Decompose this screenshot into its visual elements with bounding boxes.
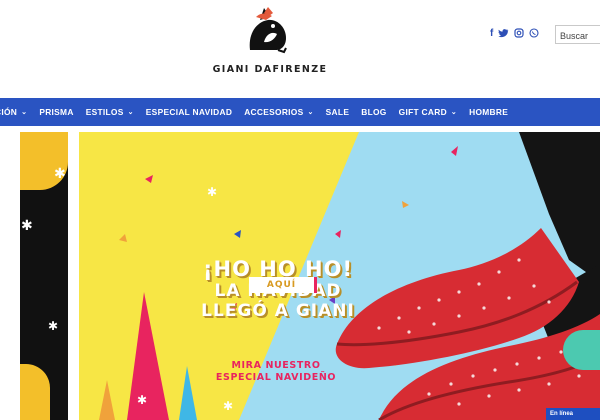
nav-item-label: ESTILOS <box>85 107 124 117</box>
social-links: f <box>490 28 539 42</box>
search-field[interactable] <box>555 25 600 45</box>
live-chat-tab[interactable]: En línea <box>546 408 600 420</box>
twitter-icon[interactable] <box>498 28 509 42</box>
chevron-down-icon: ⌄ <box>450 109 458 116</box>
aqui-button[interactable]: AQUÍ <box>249 277 317 293</box>
search-input[interactable] <box>556 27 600 45</box>
chevron-down-icon: ⌄ <box>21 109 28 116</box>
chevron-down-icon: ⌄ <box>307 109 314 116</box>
nav-item-label: CIÓN <box>0 107 18 117</box>
nav-item-blog[interactable]: BLOG <box>361 107 386 117</box>
chevron-down-icon: ⌄ <box>127 109 134 116</box>
svg-text:✱: ✱ <box>137 393 147 407</box>
svg-text:✱: ✱ <box>21 218 33 234</box>
svg-text:✱: ✱ <box>54 166 66 182</box>
nav-item-accesorios[interactable]: ACCESORIOS ⌄ <box>244 107 313 117</box>
svg-text:✱: ✱ <box>48 319 58 333</box>
nav-item-gift-card[interactable]: GIFT CARD ⌄ <box>399 107 457 117</box>
subheadline-line: MIRA NUESTRO <box>231 360 321 371</box>
nav-item-label: GIFT CARD <box>398 107 447 117</box>
nav-item-prisma[interactable]: PRISMA <box>39 107 73 117</box>
hero-subheadline: MIRA NUESTRO ESPECIAL NAVIDEÑO <box>196 360 356 384</box>
chat-button[interactable] <box>563 330 600 370</box>
headline-line: LLEGÓ A GIANI <box>201 301 355 321</box>
nav-item-label: HOMBRE <box>469 107 509 117</box>
nav-item-label: BLOG <box>361 107 387 117</box>
subheadline-line: ESPECIAL NAVIDEÑO <box>215 372 337 383</box>
nav-item-coleccion[interactable]: CIÓN ⌄ <box>0 107 27 117</box>
nav-list: CIÓN ⌄ PRISMA ESTILOS ⌄ ESPECIAL NAVIDAD… <box>0 98 520 126</box>
previous-slide-preview[interactable]: ✱ ✱ ✱ <box>20 132 68 420</box>
nav-item-hombre[interactable]: HOMBRE <box>469 107 508 117</box>
facebook-icon[interactable]: f <box>490 28 493 42</box>
instagram-icon[interactable] <box>514 28 524 42</box>
nav-item-label: ESPECIAL NAVIDAD <box>145 107 233 117</box>
nav-item-label: PRISMA <box>39 107 74 117</box>
main-nav: CIÓN ⌄ PRISMA ESTILOS ⌄ ESPECIAL NAVIDAD… <box>0 98 600 126</box>
nav-item-label: ACCESORIOS <box>244 107 304 117</box>
svg-text:✱: ✱ <box>207 185 217 199</box>
brand-name: GIANI DAFIRENZE <box>212 64 328 75</box>
nav-item-especial-navidad[interactable]: ESPECIAL NAVIDAD <box>146 107 232 117</box>
brand-logo[interactable] <box>242 4 292 56</box>
site-header: GIANI DAFIRENZE f <box>0 0 600 98</box>
svg-text:✱: ✱ <box>223 399 233 413</box>
whatsapp-icon[interactable] <box>529 28 539 42</box>
nav-item-sale[interactable]: SALE <box>326 107 350 117</box>
nav-item-label: SALE <box>325 107 350 117</box>
nav-item-estilos[interactable]: ESTILOS ⌄ <box>86 107 134 117</box>
hero-carousel: ✱ ✱ ✱ ✱ ✱ ✱ ¡HO HO HO! LA LLEGÓ A GIANI … <box>0 126 600 420</box>
